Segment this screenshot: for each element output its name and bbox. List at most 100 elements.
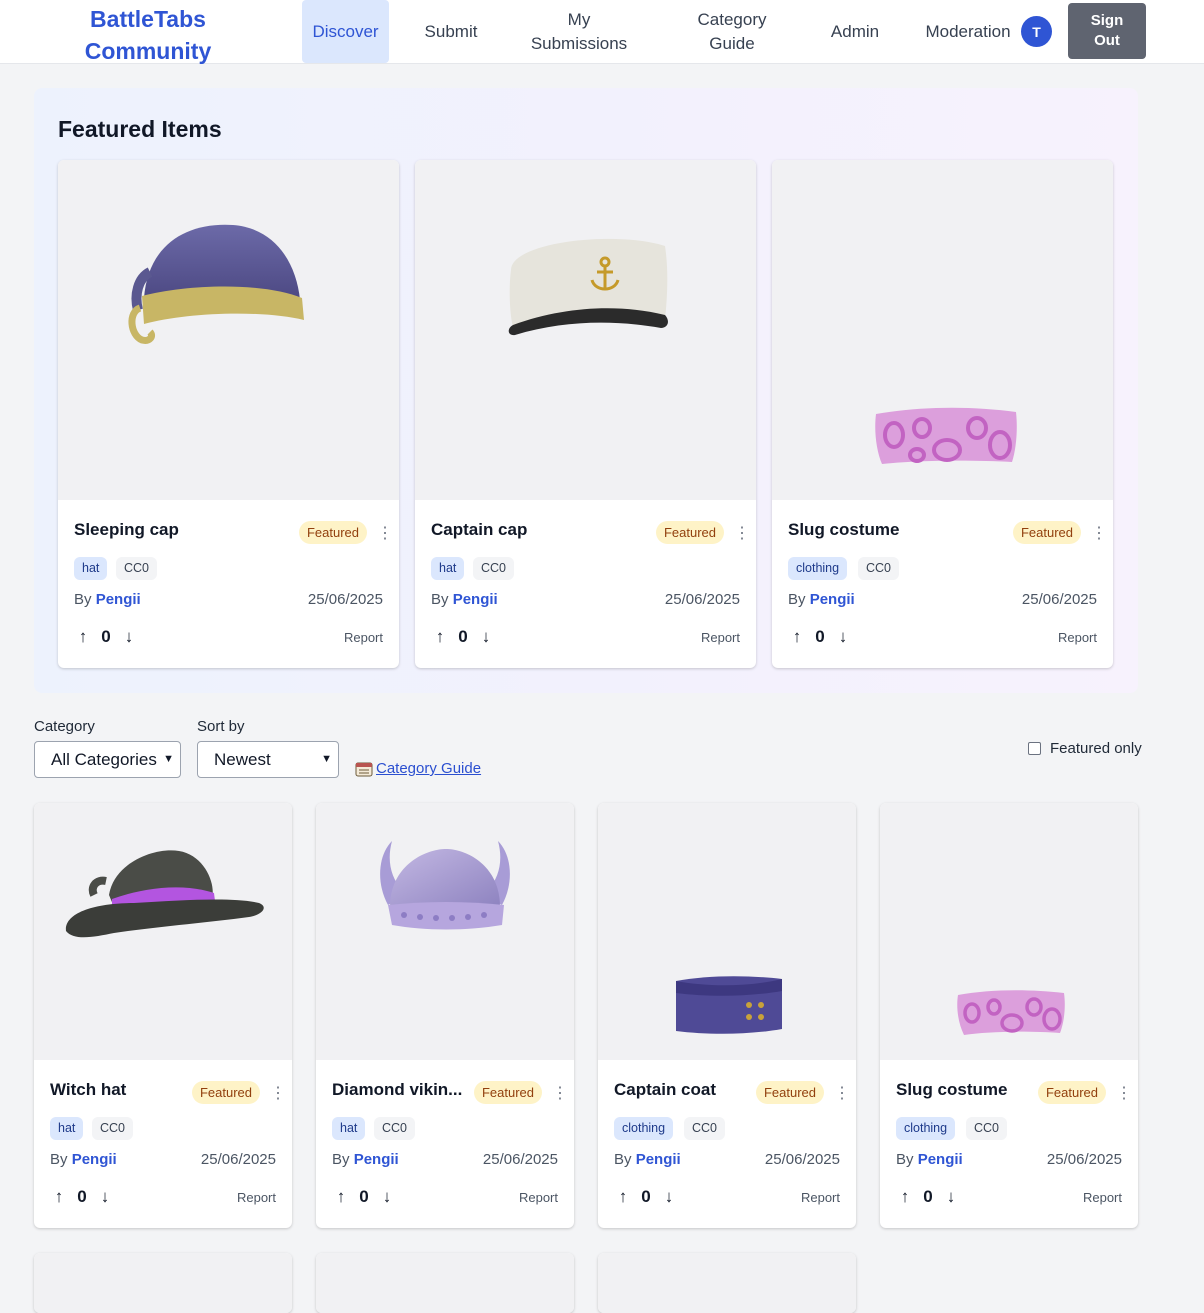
item-title[interactable]: Captain cap	[431, 520, 527, 540]
brand-line-2: Community	[84, 38, 212, 64]
item-byline: By Pengii	[896, 1151, 963, 1168]
arrow-up-icon[interactable]: ↑	[74, 627, 92, 647]
nav-moderation-label: Moderation	[925, 21, 1011, 41]
kebab-menu-icon[interactable]: ⋮	[270, 1083, 286, 1103]
item-card[interactable]: Diamond vikin... Featured ⋮ hat CC0 By P…	[316, 803, 574, 1228]
featured-only-checkbox[interactable]	[1028, 742, 1041, 755]
arrow-down-icon[interactable]: ↓	[942, 1187, 960, 1207]
item-date: 25/06/2025	[764, 1151, 840, 1168]
report-link[interactable]: Report	[701, 630, 740, 645]
item-title[interactable]: Slug costume	[896, 1080, 1007, 1100]
author-link[interactable]: Pengii	[72, 1151, 117, 1168]
arrow-down-icon[interactable]: ↓	[834, 627, 852, 647]
item-card[interactable]	[34, 1253, 292, 1313]
report-link[interactable]: Report	[1083, 1190, 1122, 1205]
featured-item-card[interactable]: Captain cap Featured ⋮ hat CC0 By Pengii…	[415, 160, 756, 668]
item-card[interactable]	[316, 1253, 574, 1313]
featured-badge: Featured	[298, 521, 367, 544]
featured-only-filter[interactable]: Featured only	[1028, 740, 1142, 757]
arrow-up-icon[interactable]: ↑	[614, 1187, 632, 1207]
report-link[interactable]: Report	[801, 1190, 840, 1205]
nav-submit-label: Submit	[424, 21, 478, 41]
item-preview	[316, 1253, 574, 1313]
item-date: 25/06/2025	[1021, 591, 1097, 608]
sleeping-cap-icon	[128, 224, 304, 344]
kebab-menu-icon[interactable]: ⋮	[552, 1083, 568, 1103]
arrow-up-icon[interactable]: ↑	[431, 627, 449, 647]
report-link[interactable]: Report	[519, 1190, 558, 1205]
item-date: 25/06/2025	[1046, 1151, 1122, 1168]
item-preview	[598, 803, 856, 1060]
user-avatar[interactable]: T	[1021, 16, 1052, 47]
report-link[interactable]: Report	[344, 630, 383, 645]
arrow-up-icon[interactable]: ↑	[332, 1187, 350, 1207]
category-tag[interactable]: clothing	[896, 1117, 956, 1140]
arrow-up-icon[interactable]: ↑	[50, 1187, 68, 1207]
report-link[interactable]: Report	[1058, 630, 1097, 645]
author-link[interactable]: Pengii	[918, 1151, 963, 1168]
arrow-up-icon[interactable]: ↑	[788, 627, 806, 647]
nav-moderation[interactable]: Moderation	[920, 0, 1016, 63]
kebab-menu-icon[interactable]: ⋮	[377, 523, 393, 543]
featured-only-label: Featured only	[1050, 740, 1142, 757]
kebab-menu-icon[interactable]: ⋮	[834, 1083, 850, 1103]
item-card[interactable]: Witch hat Featured ⋮ hat CC0 By Pengii 2…	[34, 803, 292, 1228]
arrow-up-icon[interactable]: ↑	[896, 1187, 914, 1207]
arrow-down-icon[interactable]: ↓	[120, 627, 138, 647]
item-title[interactable]: Captain coat	[614, 1080, 716, 1100]
category-tag[interactable]: hat	[332, 1117, 366, 1140]
byline-prefix: By	[431, 591, 449, 608]
item-title[interactable]: Diamond vikin...	[332, 1080, 462, 1100]
kebab-menu-icon[interactable]: ⋮	[734, 523, 750, 543]
nav-admin[interactable]: Admin	[822, 0, 888, 63]
featured-item-card[interactable]: Slug costume Featured ⋮ clothing CC0 By …	[772, 160, 1113, 668]
arrow-down-icon[interactable]: ↓	[477, 627, 495, 647]
featured-item-card[interactable]: Sleeping cap Featured ⋮ hat CC0 By Pengi…	[58, 160, 399, 668]
category-tag[interactable]: hat	[74, 557, 108, 580]
vote-controls: ↑ 0 ↓	[896, 1187, 960, 1207]
arrow-down-icon[interactable]: ↓	[378, 1187, 396, 1207]
author-link[interactable]: Pengii	[636, 1151, 681, 1168]
category-tag[interactable]: clothing	[614, 1117, 674, 1140]
author-link[interactable]: Pengii	[810, 591, 855, 608]
item-card[interactable]: Captain coat Featured ⋮ clothing CC0 By …	[598, 803, 856, 1228]
report-link[interactable]: Report	[237, 1190, 276, 1205]
featured-badge: Featured	[655, 521, 724, 544]
item-card[interactable]: Slug costume Featured ⋮ clothing CC0 By …	[880, 803, 1138, 1228]
author-link[interactable]: Pengii	[96, 591, 141, 608]
category-guide-link[interactable]: Category Guide	[355, 760, 481, 777]
slug-costume-icon	[957, 990, 1065, 1035]
author-link[interactable]: Pengii	[354, 1151, 399, 1168]
category-select-value: All Categories	[51, 750, 157, 769]
item-title[interactable]: Witch hat	[50, 1080, 126, 1100]
item-byline: By Pengii	[50, 1151, 117, 1168]
license-tag: CC0	[374, 1117, 416, 1140]
arrow-down-icon[interactable]: ↓	[96, 1187, 114, 1207]
item-title[interactable]: Sleeping cap	[74, 520, 179, 540]
featured-badge: Featured	[1012, 521, 1081, 544]
item-preview	[316, 803, 574, 1060]
category-tag[interactable]: hat	[431, 557, 465, 580]
item-byline: By Pengii	[431, 591, 498, 608]
featured-badge: Featured	[473, 1081, 542, 1104]
brand-logo[interactable]: BattleTabs Community	[78, 3, 218, 67]
category-tag[interactable]: hat	[50, 1117, 84, 1140]
nav-discover[interactable]: Discover	[302, 0, 389, 63]
top-navbar: BattleTabs Community Discover Submit My …	[0, 0, 1204, 64]
item-title[interactable]: Slug costume	[788, 520, 899, 540]
kebab-menu-icon[interactable]: ⋮	[1091, 523, 1107, 543]
nav-my-submissions[interactable]: My Submissions	[520, 0, 638, 63]
author-link[interactable]: Pengii	[453, 591, 498, 608]
sign-out-button[interactable]: Sign Out	[1068, 3, 1146, 59]
vote-count: 0	[815, 627, 825, 646]
category-guide-link-text: Category Guide	[376, 760, 482, 777]
featured-badge: Featured	[191, 1081, 260, 1104]
arrow-down-icon[interactable]: ↓	[660, 1187, 678, 1207]
nav-submit[interactable]: Submit	[411, 0, 491, 63]
category-select[interactable]: All Categories ▼	[34, 741, 181, 778]
sort-select[interactable]: Newest ▼	[197, 741, 339, 778]
item-card[interactable]	[598, 1253, 856, 1313]
category-tag[interactable]: clothing	[788, 557, 848, 580]
kebab-menu-icon[interactable]: ⋮	[1116, 1083, 1132, 1103]
nav-category-guide[interactable]: Category Guide	[680, 0, 784, 63]
